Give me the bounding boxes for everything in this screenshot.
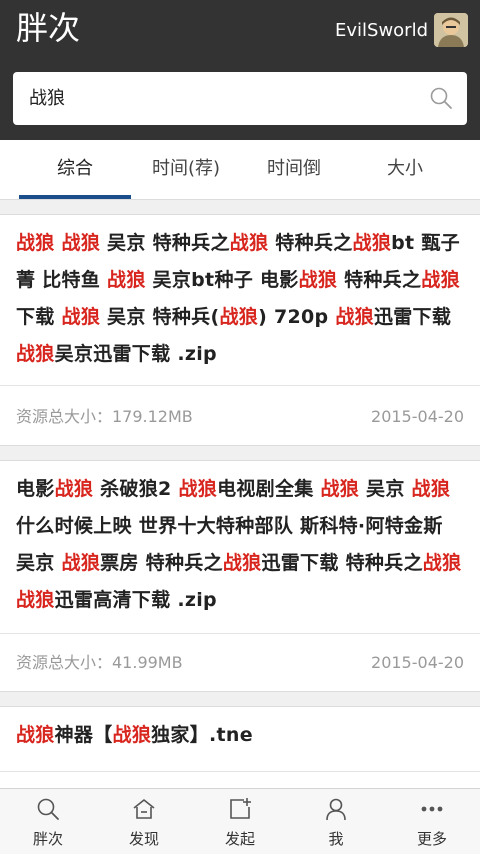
nav-label: 发现 [128,830,159,848]
nav-item-create[interactable]: 发起 [192,789,288,854]
bottom-navigation: 胖次 发现 发起 我 更多 [0,788,480,854]
title-text: 神器【 [54,724,113,746]
user-icon [326,798,346,821]
keyword-highlight: 战狼 [16,724,55,746]
tab-size[interactable]: 大小 [349,140,461,199]
title-text: ) 720p [258,306,336,328]
search-icon[interactable] [429,86,453,110]
title-text: 吴京bt种子 电影 [145,269,299,291]
keyword-highlight: 战狼 [222,552,262,574]
title-text [55,232,62,254]
keyword-highlight: 战狼 [16,232,55,254]
keyword-highlight: 战狼 [229,232,269,254]
sort-tabs: 综合 时间(荐) 时间倒 大小 [0,140,480,200]
search-icon [37,798,59,820]
search-query[interactable]: 战狼 [29,72,65,125]
nav-label: 我 [328,830,344,848]
nav-label: 胖次 [32,830,63,848]
home-icon [133,799,155,819]
title-text: 电影 [16,478,55,500]
title-text: 特种兵之 [337,269,422,291]
app-title: 胖次 [16,9,81,47]
keyword-highlight: 战狼 [178,478,218,500]
title-text: 吴京 特种兵( [100,306,220,328]
title-text: 吴京迅雷下载 .zip [54,343,217,365]
title-text: 迅雷高清下载 .zip [54,589,217,611]
more-icon [421,806,443,812]
search-input[interactable]: 战狼 [13,72,467,125]
keyword-highlight: 战狼 [54,478,94,500]
username[interactable]: EvilSworld [335,20,428,41]
keyword-highlight: 战狼 [219,306,259,328]
result-title[interactable]: 电影战狼 杀破狼2 战狼电视剧全集 战狼 吴京 战狼什么时候上映 世界十大特种部… [16,471,468,619]
title-text: 特种兵之 [268,232,353,254]
title-text: 票房 特种兵之 [100,552,223,574]
nav-label: 更多 [416,830,447,848]
result-title[interactable]: 战狼 战狼 吴京 特种兵之战狼 特种兵之战狼bt 甄子菁 比特鱼 战狼 吴京bt… [16,225,468,373]
result-date: 2015-04-20 [371,653,464,672]
title-text: 独家】.tne [151,724,253,746]
title-text: 杀破狼2 [93,478,179,500]
card-divider [0,385,480,386]
user-profile[interactable]: EvilSworld [335,12,468,48]
create-icon [230,798,251,819]
nav-item-discover[interactable]: 发现 [96,789,192,854]
keyword-highlight: 战狼 [16,589,55,611]
active-tab-indicator [19,195,131,199]
keyword-highlight: 战狼 [61,306,101,328]
app-header: 胖次 EvilSworld 战狼 [0,0,480,140]
tab-time-desc[interactable]: 时间倒 [238,140,350,199]
keyword-highlight: 战狼 [107,269,146,291]
result-size: 资源总大小：41.99MB [16,653,183,672]
result-date: 2015-04-20 [371,407,464,426]
avatar[interactable] [434,13,468,47]
result-size: 资源总大小：179.12MB [16,407,193,426]
keyword-highlight: 战狼 [16,343,55,365]
title-text: 迅雷下载 特种兵之 [261,552,423,574]
tab-time-recommended[interactable]: 时间(荐) [130,140,242,199]
nav-item-more[interactable]: 更多 [384,789,480,854]
nav-item-panci[interactable]: 胖次 [0,789,96,854]
keyword-highlight: 战狼 [335,306,374,328]
keyword-highlight: 战狼 [61,232,101,254]
tab-comprehensive[interactable]: 综合 [19,140,131,199]
title-text: 吴京 特种兵之 [100,232,230,254]
result-card[interactable]: 战狼 战狼 吴京 特种兵之战狼 特种兵之战狼bt 甄子菁 比特鱼 战狼 吴京bt… [0,214,480,446]
keyword-highlight: 战狼 [298,269,338,291]
keyword-highlight: 战狼 [411,478,451,500]
card-divider [0,771,480,772]
nav-item-me[interactable]: 我 [288,789,384,854]
card-divider [0,633,480,634]
result-card[interactable]: 电影战狼 杀破狼2 战狼电视剧全集 战狼 吴京 战狼什么时候上映 世界十大特种部… [0,460,480,692]
nav-label: 发起 [224,830,255,848]
keyword-highlight: 战狼 [421,269,460,291]
keyword-highlight: 战狼 [352,232,392,254]
title-text: 迅雷下载 [373,306,452,328]
keyword-highlight: 战狼 [61,552,101,574]
title-text: 电视剧全集 [217,478,321,500]
result-title[interactable]: 战狼神器【战狼独家】.tne [16,717,468,754]
keyword-highlight: 战狼 [320,478,360,500]
title-text: 吴京 [359,478,412,500]
avatar-image [434,13,468,47]
title-text: 下载 [16,306,62,328]
keyword-highlight: 战狼 [422,552,462,574]
keyword-highlight: 战狼 [112,724,152,746]
